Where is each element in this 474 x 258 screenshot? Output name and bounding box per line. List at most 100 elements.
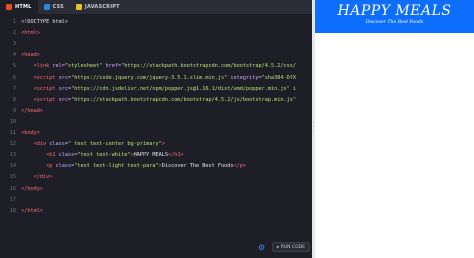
code-token: <script — [33, 74, 59, 81]
code-token: Discover The Best Foods — [161, 163, 234, 170]
html-icon — [6, 4, 12, 10]
code-token: <script — [33, 96, 59, 103]
language-tab-bar: HTML CSS JAVASCRIPT — [0, 0, 312, 14]
code-line: 6 <script src="https://code.jquery.com/j… — [0, 74, 312, 82]
code-line: 1 <!DOCTYPE html> — [0, 18, 312, 26]
code-line: 9 </head> — [0, 107, 312, 115]
code-line: 5 <link rel="stylesheet" href="https://s… — [0, 62, 312, 70]
code-line: 14 <p class="text text-light text-para">… — [0, 162, 312, 170]
preview-subtitle: Discover The Best Foods — [365, 20, 424, 25]
tab-css-label: CSS — [52, 4, 64, 10]
code-token: <!DOCTYPE html> — [21, 19, 68, 25]
code-token: <div — [33, 141, 50, 148]
code-token: class= — [49, 141, 68, 148]
javascript-icon — [75, 4, 82, 10]
code-token: class= — [55, 163, 75, 170]
preview-banner: HAPPY MEALS Discover The Best Foods — [315, 0, 474, 33]
code-token: <script — [33, 85, 59, 92]
code-line: 13 <h1 class="text text-white">HAPPY MEA… — [0, 151, 312, 159]
line-number: 3 — [12, 41, 16, 48]
code-token: </h1> — [167, 152, 184, 159]
code-token: "sha384-DfX — [261, 74, 297, 81]
code-token: > — [161, 141, 165, 148]
line-number: 8 — [12, 96, 16, 103]
code-token: "text text-white" — [77, 152, 131, 159]
code-token: <p — [46, 163, 56, 170]
tab-javascript-label: JAVASCRIPT — [84, 4, 120, 10]
code-token: "https://stackpath.bootstrapcdn.com/boot… — [121, 63, 297, 70]
code-line: 18 </html> — [0, 207, 312, 215]
code-token: </body> — [21, 185, 43, 192]
code-token: href= — [102, 63, 122, 70]
line-number: 12 — [9, 141, 16, 148]
code-token: "https://stackpath.bootstrapcdn.com/boot… — [71, 96, 296, 103]
code-token: HAPPY MEALS — [133, 152, 168, 159]
run-code-button[interactable]: ▸ RUN CODE — [272, 242, 310, 252]
preview-pane: HAPPY MEALS Discover The Best Foods — [315, 0, 474, 258]
line-number: 17 — [9, 196, 16, 203]
code-token: src= — [58, 74, 72, 81]
code-token: </html> — [21, 207, 43, 214]
line-number: 1 — [12, 19, 16, 25]
code-token: class= — [58, 152, 78, 159]
css-icon — [43, 4, 50, 10]
code-token: <h1 — [46, 152, 59, 159]
code-line: 11 <body> — [0, 129, 312, 137]
preview-title: HAPPY MEALS — [337, 3, 452, 19]
line-number: 4 — [12, 52, 16, 59]
code-token: src= — [58, 96, 72, 103]
line-number: 15 — [9, 174, 16, 181]
line-number: 16 — [9, 185, 16, 192]
line-number: 6 — [12, 74, 16, 81]
code-token: <html> — [21, 30, 40, 37]
line-number: 7 — [12, 85, 16, 92]
code-line: 10 — [0, 118, 312, 126]
code-token: rel= — [52, 63, 65, 70]
line-number: 13 — [9, 152, 16, 159]
code-line: 8 <script src="https://stackpath.bootstr… — [0, 96, 312, 104]
code-line: 12 <div class=" text text-center bg-prim… — [0, 140, 312, 148]
code-token: integrity= — [227, 74, 262, 81]
code-line: 17 — [0, 196, 312, 204]
code-token: "stylesheet" — [64, 63, 103, 70]
code-token: "https://cdn.jsdelivr.net/npm/popper.js@… — [71, 85, 296, 92]
code-token: "text text-light text-para" — [74, 163, 159, 170]
line-number: 18 — [9, 207, 16, 214]
code-line: 3 — [0, 40, 312, 48]
code-line: 16 </body> — [0, 185, 312, 193]
code-token: <link — [33, 63, 53, 70]
line-number: 5 — [12, 63, 16, 70]
line-number: 9 — [12, 107, 16, 114]
line-number: 10 — [9, 118, 16, 125]
code-token: </head> — [21, 107, 43, 114]
code-editor-panel: HTML CSS JAVASCRIPT 1 <!DOCTYPE html> 2 <… — [0, 0, 312, 258]
tab-html-label: HTML — [15, 4, 32, 10]
code-token: "https://code.jquery.com/jquery-3.5.1.sl… — [71, 74, 228, 81]
gear-icon[interactable]: ⚙ — [258, 244, 266, 252]
code-token: <body> — [21, 130, 40, 136]
tab-html[interactable]: HTML — [0, 0, 38, 14]
line-number: 14 — [9, 163, 16, 170]
code-line: 7 <script src="https://cdn.jsdelivr.net/… — [0, 85, 312, 93]
code-token: " text text-center bg-primary" — [68, 141, 162, 148]
code-token: </p> — [233, 163, 247, 170]
tab-javascript[interactable]: JAVASCRIPT — [70, 0, 126, 14]
code-token: </div> — [33, 174, 53, 181]
tab-css[interactable]: CSS — [38, 0, 70, 14]
code-line: 2 <html> — [0, 29, 312, 37]
code-line: 15 </div> — [0, 173, 312, 181]
code-line: 4 <head> — [0, 51, 312, 59]
line-number: 11 — [9, 130, 16, 136]
code-token: src= — [58, 85, 72, 92]
code-area[interactable]: 1 <!DOCTYPE html> 2 <html> 3 4 <head> 5 <li… — [0, 18, 312, 236]
code-token: <head> — [21, 52, 40, 59]
line-number: 2 — [12, 30, 16, 37]
